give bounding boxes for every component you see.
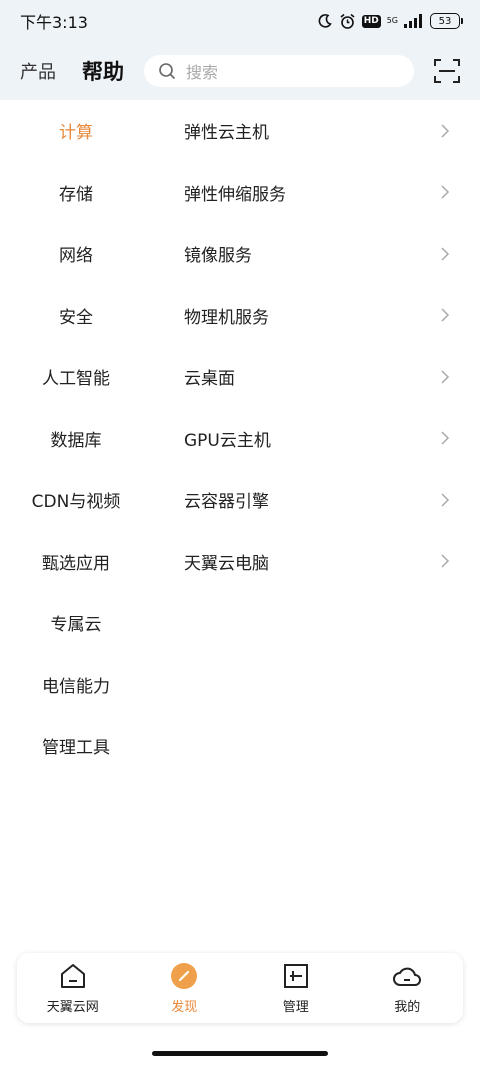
product-label: 天翼云电脑: [184, 553, 269, 574]
product-item[interactable]: 弹性云主机: [152, 100, 480, 162]
chevron-right-icon: [441, 554, 450, 568]
bottom-tab-bar: 天翼云网 发现 管理 我的: [17, 953, 463, 1023]
tab-manage-label: 管理: [282, 999, 309, 1015]
product-label: 镜像服务: [184, 246, 252, 267]
category-item-cdn-video[interactable]: CDN与视频: [0, 469, 152, 531]
tab-manage[interactable]: 管理: [240, 953, 352, 1023]
category-item-apps[interactable]: 甄选应用: [0, 531, 152, 593]
category-item-management-tools[interactable]: 管理工具: [0, 715, 152, 777]
chevron-right-icon: [441, 247, 450, 261]
header: 产品 帮助 搜索: [0, 42, 480, 100]
chevron-right-icon: [441, 431, 450, 445]
category-item-security[interactable]: 安全: [0, 285, 152, 347]
product-label: 云容器引擎: [184, 492, 269, 513]
tab-discover[interactable]: 发现: [129, 953, 241, 1023]
cloud-icon: [393, 967, 422, 986]
tab-mine-label: 我的: [394, 999, 421, 1015]
product-item[interactable]: GPU云主机: [152, 408, 480, 470]
tab-mine[interactable]: 我的: [352, 953, 464, 1023]
product-label: 弹性云主机: [184, 123, 269, 144]
tab-discover-label: 发现: [171, 999, 198, 1015]
product-item[interactable]: 物理机服务: [152, 285, 480, 347]
chevron-right-icon: [441, 308, 450, 322]
home-indicator[interactable]: [152, 1051, 328, 1056]
product-item[interactable]: 镜像服务: [152, 223, 480, 285]
status-time: 下午3:13: [20, 13, 88, 32]
chevron-right-icon: [441, 185, 450, 199]
network-indicator: 5G: [387, 17, 398, 25]
category-item-dedicated-cloud[interactable]: 专属云: [0, 592, 152, 654]
product-item[interactable]: 天翼云电脑: [152, 531, 480, 593]
search-icon: [159, 63, 175, 79]
product-label: 物理机服务: [184, 307, 269, 328]
category-item-database[interactable]: 数据库: [0, 408, 152, 470]
status-icons: HD 5G 53: [317, 13, 463, 30]
chevron-right-icon: [441, 370, 450, 384]
home-icon: [60, 963, 85, 988]
signal-icon: [404, 14, 422, 28]
tab-home-label: 天翼云网: [46, 999, 99, 1015]
category-item-storage[interactable]: 存储: [0, 162, 152, 224]
moon-icon: [318, 14, 332, 28]
chevron-right-icon: [441, 493, 450, 507]
category-item-data-analytics[interactable]: 数据分析: [0, 777, 152, 801]
battery-level: 53: [438, 15, 452, 27]
category-list: 计算 存储 网络 安全 人工智能 数据库 CDN与视频 甄选应用 专属云 电信能…: [0, 100, 152, 800]
tab-help[interactable]: 帮助: [82, 56, 124, 86]
product-item[interactable]: 云容器引擎: [152, 469, 480, 531]
network-label: 5G: [386, 16, 398, 25]
category-item-network[interactable]: 网络: [0, 223, 152, 285]
product-item[interactable]: 云桌面: [152, 346, 480, 408]
discover-icon: [171, 962, 198, 989]
status-bar: 下午3:13 HD 5G 53: [0, 0, 480, 42]
scan-icon[interactable]: [434, 58, 460, 84]
content-area: 计算 存储 网络 安全 人工智能 数据库 CDN与视频 甄选应用 专属云 电信能…: [0, 100, 480, 800]
hd-badge: HD: [361, 14, 381, 28]
search-input[interactable]: 搜索: [144, 55, 414, 87]
chevron-right-icon: [441, 124, 450, 138]
category-item-compute[interactable]: 计算: [0, 100, 152, 162]
category-item-telecom[interactable]: 电信能力: [0, 654, 152, 716]
product-label: GPU云主机: [184, 430, 271, 451]
category-item-ai[interactable]: 人工智能: [0, 346, 152, 408]
alarm-icon: [340, 13, 355, 29]
tab-home[interactable]: 天翼云网: [17, 953, 129, 1023]
product-item[interactable]: 弹性伸缩服务: [152, 162, 480, 224]
product-label: 弹性伸缩服务: [184, 184, 286, 205]
battery-icon: 53: [430, 13, 463, 29]
tab-product[interactable]: 产品: [20, 58, 56, 84]
manage-icon: [283, 963, 308, 988]
product-label: 云桌面: [184, 369, 235, 390]
search-placeholder: 搜索: [186, 63, 219, 82]
product-list: 弹性云主机 弹性伸缩服务 镜像服务 物理机服务 云桌面 GPU云主机 云容器引擎: [152, 100, 480, 592]
